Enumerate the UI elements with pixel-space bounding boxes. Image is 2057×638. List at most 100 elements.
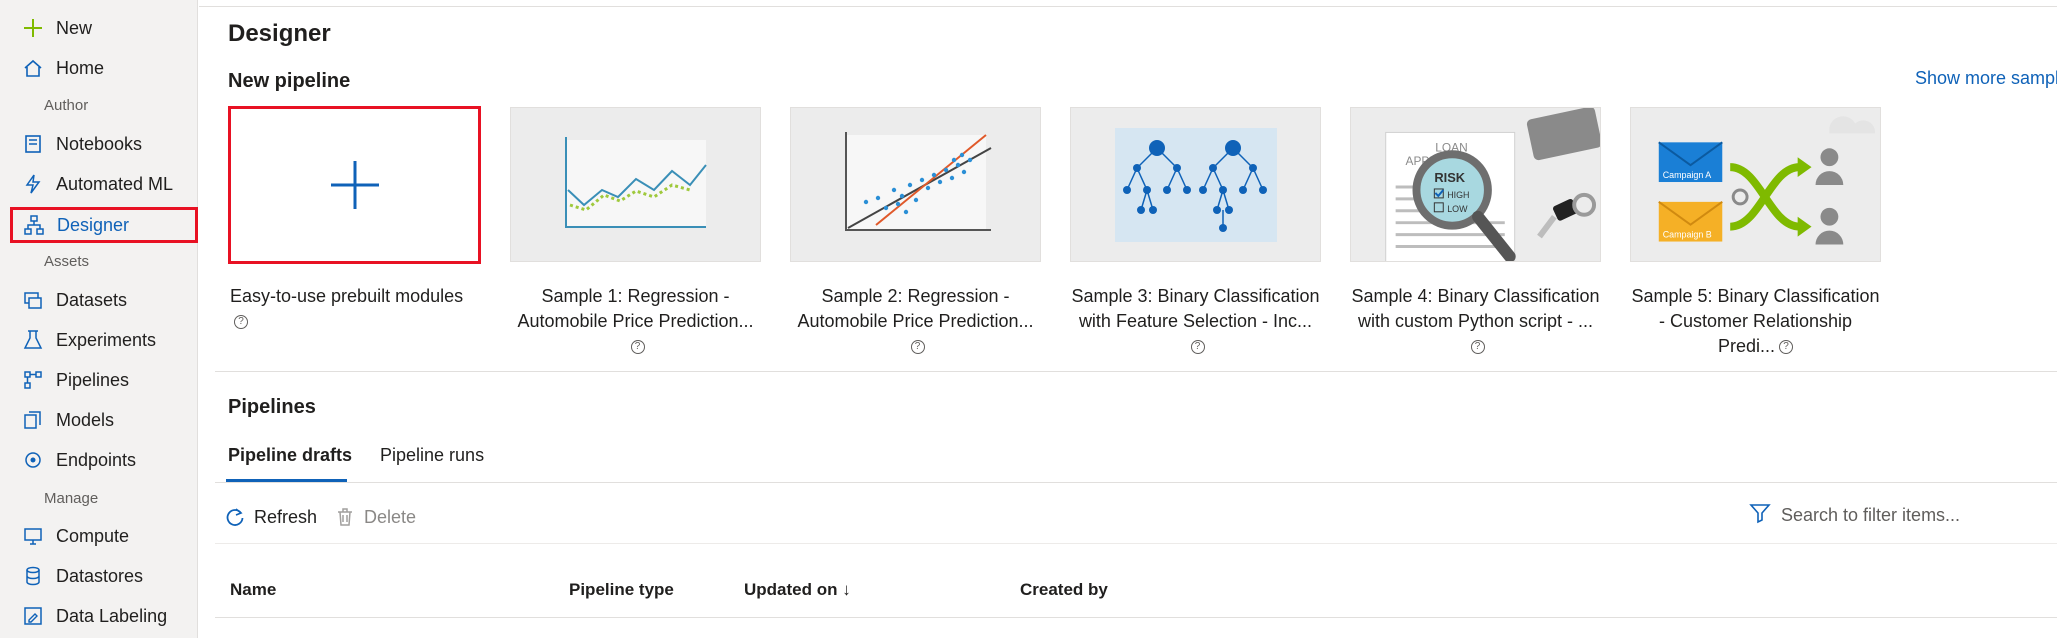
monitor-icon	[22, 525, 44, 547]
card-caption-text: Easy-to-use prebuilt modules	[230, 286, 464, 306]
nav-compute-label: Compute	[56, 525, 130, 546]
page-title: Designer	[228, 20, 331, 47]
main-content: Designer New pipeline Show more sampl Ea…	[199, 0, 2057, 638]
campaign-icon: Campaign A Campaign B	[1658, 116, 1876, 245]
decision-tree-icon	[1114, 127, 1277, 242]
nav-endpoints-label: Endpoints	[56, 449, 137, 470]
section-author: Author	[44, 97, 89, 114]
refresh-label: Refresh	[254, 506, 318, 527]
nav-automated-ml-label: Automated ML	[56, 173, 174, 194]
card-new-pipeline[interactable]	[228, 106, 481, 264]
risk-text: RISK	[1434, 170, 1465, 185]
campaign-a-text: Campaign A	[1663, 170, 1712, 180]
column-header-name[interactable]: Name	[230, 580, 276, 600]
nav-pipelines[interactable]: Pipelines	[8, 362, 198, 398]
nav-home[interactable]: Home	[8, 50, 198, 86]
nav-compute[interactable]: Compute	[8, 518, 198, 554]
high-text: HIGH	[1447, 190, 1469, 200]
card-sample-3[interactable]	[1070, 107, 1321, 262]
nav-datastores[interactable]: Datastores	[8, 558, 198, 594]
show-more-samples-link[interactable]: Show more sampl	[1915, 68, 2057, 89]
nav-designer[interactable]: Designer	[10, 207, 198, 243]
search-input[interactable]	[1781, 504, 2041, 526]
flask-icon	[22, 329, 44, 351]
card-sample-2[interactable]	[790, 107, 1041, 262]
refresh-icon	[224, 506, 246, 528]
card-caption-text: Sample 1: Regression - Automobile Price …	[517, 286, 754, 331]
nav-new[interactable]: New	[8, 10, 198, 46]
nav-new-label: New	[56, 17, 93, 38]
database-icon	[22, 565, 44, 587]
new-pipeline-thumbnail	[228, 106, 481, 264]
column-header-created-by[interactable]: Created by	[1020, 580, 1108, 600]
card-sample-5[interactable]: Campaign A Campaign B	[1630, 107, 1881, 262]
scatter-plot-icon	[844, 131, 991, 231]
nav-experiments-label: Experiments	[56, 329, 157, 350]
trash-icon	[334, 506, 356, 528]
nav-data-labeling[interactable]: Data Labeling	[8, 598, 198, 634]
plus-icon	[22, 17, 44, 39]
dataset-icon	[22, 289, 44, 311]
column-header-updated-on[interactable]: Updated on ↓	[744, 580, 851, 600]
tab-pipeline-runs[interactable]: Pipeline runs	[380, 445, 484, 466]
card-caption: Sample 5: Binary Classification - Custom…	[1630, 284, 1881, 359]
delete-button[interactable]: Delete	[334, 503, 416, 531]
filter-icon	[1749, 502, 1771, 529]
designer-icon	[23, 214, 45, 236]
lightning-icon	[22, 173, 44, 195]
tab-pipeline-drafts[interactable]: Pipeline drafts	[228, 445, 352, 466]
card-caption: Sample 3: Binary Classification with Fea…	[1070, 284, 1321, 359]
card-caption-text: Sample 5: Binary Classification - Custom…	[1631, 286, 1880, 356]
help-icon[interactable]: ?	[1470, 340, 1485, 355]
sample-1-thumbnail	[510, 107, 761, 262]
nav-home-label: Home	[56, 57, 105, 78]
low-text: LOW	[1447, 204, 1468, 214]
pipeline-icon	[22, 369, 44, 391]
refresh-button[interactable]: Refresh	[224, 503, 317, 531]
section-assets: Assets	[44, 253, 90, 270]
card-caption-text: Sample 3: Binary Classification with Fea…	[1071, 286, 1320, 331]
card-caption-text: Sample 2: Regression - Automobile Price …	[797, 286, 1034, 331]
nav-notebooks[interactable]: Notebooks	[8, 126, 198, 162]
nav-data-labeling-label: Data Labeling	[56, 605, 168, 626]
nav-experiments[interactable]: Experiments	[8, 322, 198, 358]
nav-designer-label: Designer	[57, 214, 130, 235]
left-nav: New Home Author Notebooks Automated ML D…	[0, 0, 198, 638]
loan-risk-icon: LOAN APPLIC RISK HIGH LOW	[1385, 108, 1600, 261]
delete-label: Delete	[364, 506, 417, 527]
notebook-icon	[22, 133, 44, 155]
help-icon[interactable]: ?	[1190, 340, 1205, 355]
models-icon	[22, 409, 44, 431]
divider	[215, 482, 2057, 483]
nav-datasets-label: Datasets	[56, 289, 128, 310]
help-icon[interactable]: ?	[1779, 340, 1794, 355]
nav-pipelines-label: Pipelines	[56, 369, 130, 390]
home-icon	[22, 57, 44, 79]
campaign-b-text: Campaign B	[1663, 230, 1712, 240]
help-icon[interactable]: ?	[234, 315, 248, 330]
nav-datastores-label: Datastores	[56, 565, 144, 586]
card-caption: Sample 4: Binary Classification with cus…	[1350, 284, 1601, 359]
nav-endpoints[interactable]: Endpoints	[8, 442, 198, 478]
nav-automated-ml[interactable]: Automated ML	[8, 166, 198, 202]
card-caption: Easy-to-use prebuilt modules?	[230, 284, 481, 334]
line-chart-icon	[564, 136, 707, 228]
column-header-pipeline-type[interactable]: Pipeline type	[569, 580, 674, 600]
sample-5-thumbnail: Campaign A Campaign B	[1630, 107, 1881, 262]
help-icon[interactable]: ?	[630, 340, 645, 355]
sample-4-thumbnail: LOAN APPLIC RISK HIGH LOW	[1350, 107, 1601, 262]
nav-datasets[interactable]: Datasets	[8, 282, 198, 318]
card-sample-1[interactable]	[510, 107, 761, 262]
nav-notebooks-label: Notebooks	[56, 133, 143, 154]
divider	[215, 617, 2057, 618]
nav-models[interactable]: Models	[8, 402, 198, 438]
card-caption-text: Sample 4: Binary Classification with cus…	[1351, 286, 1600, 331]
card-sample-4[interactable]: LOAN APPLIC RISK HIGH LOW	[1350, 107, 1601, 262]
nav-models-label: Models	[56, 409, 115, 430]
pipelines-title: Pipelines	[228, 396, 316, 418]
sample-2-thumbnail	[790, 107, 1041, 262]
card-caption: Sample 2: Regression - Automobile Price …	[790, 284, 1041, 359]
help-icon[interactable]: ?	[910, 340, 925, 355]
filter-search	[1749, 500, 2049, 530]
endpoint-icon	[22, 449, 44, 471]
